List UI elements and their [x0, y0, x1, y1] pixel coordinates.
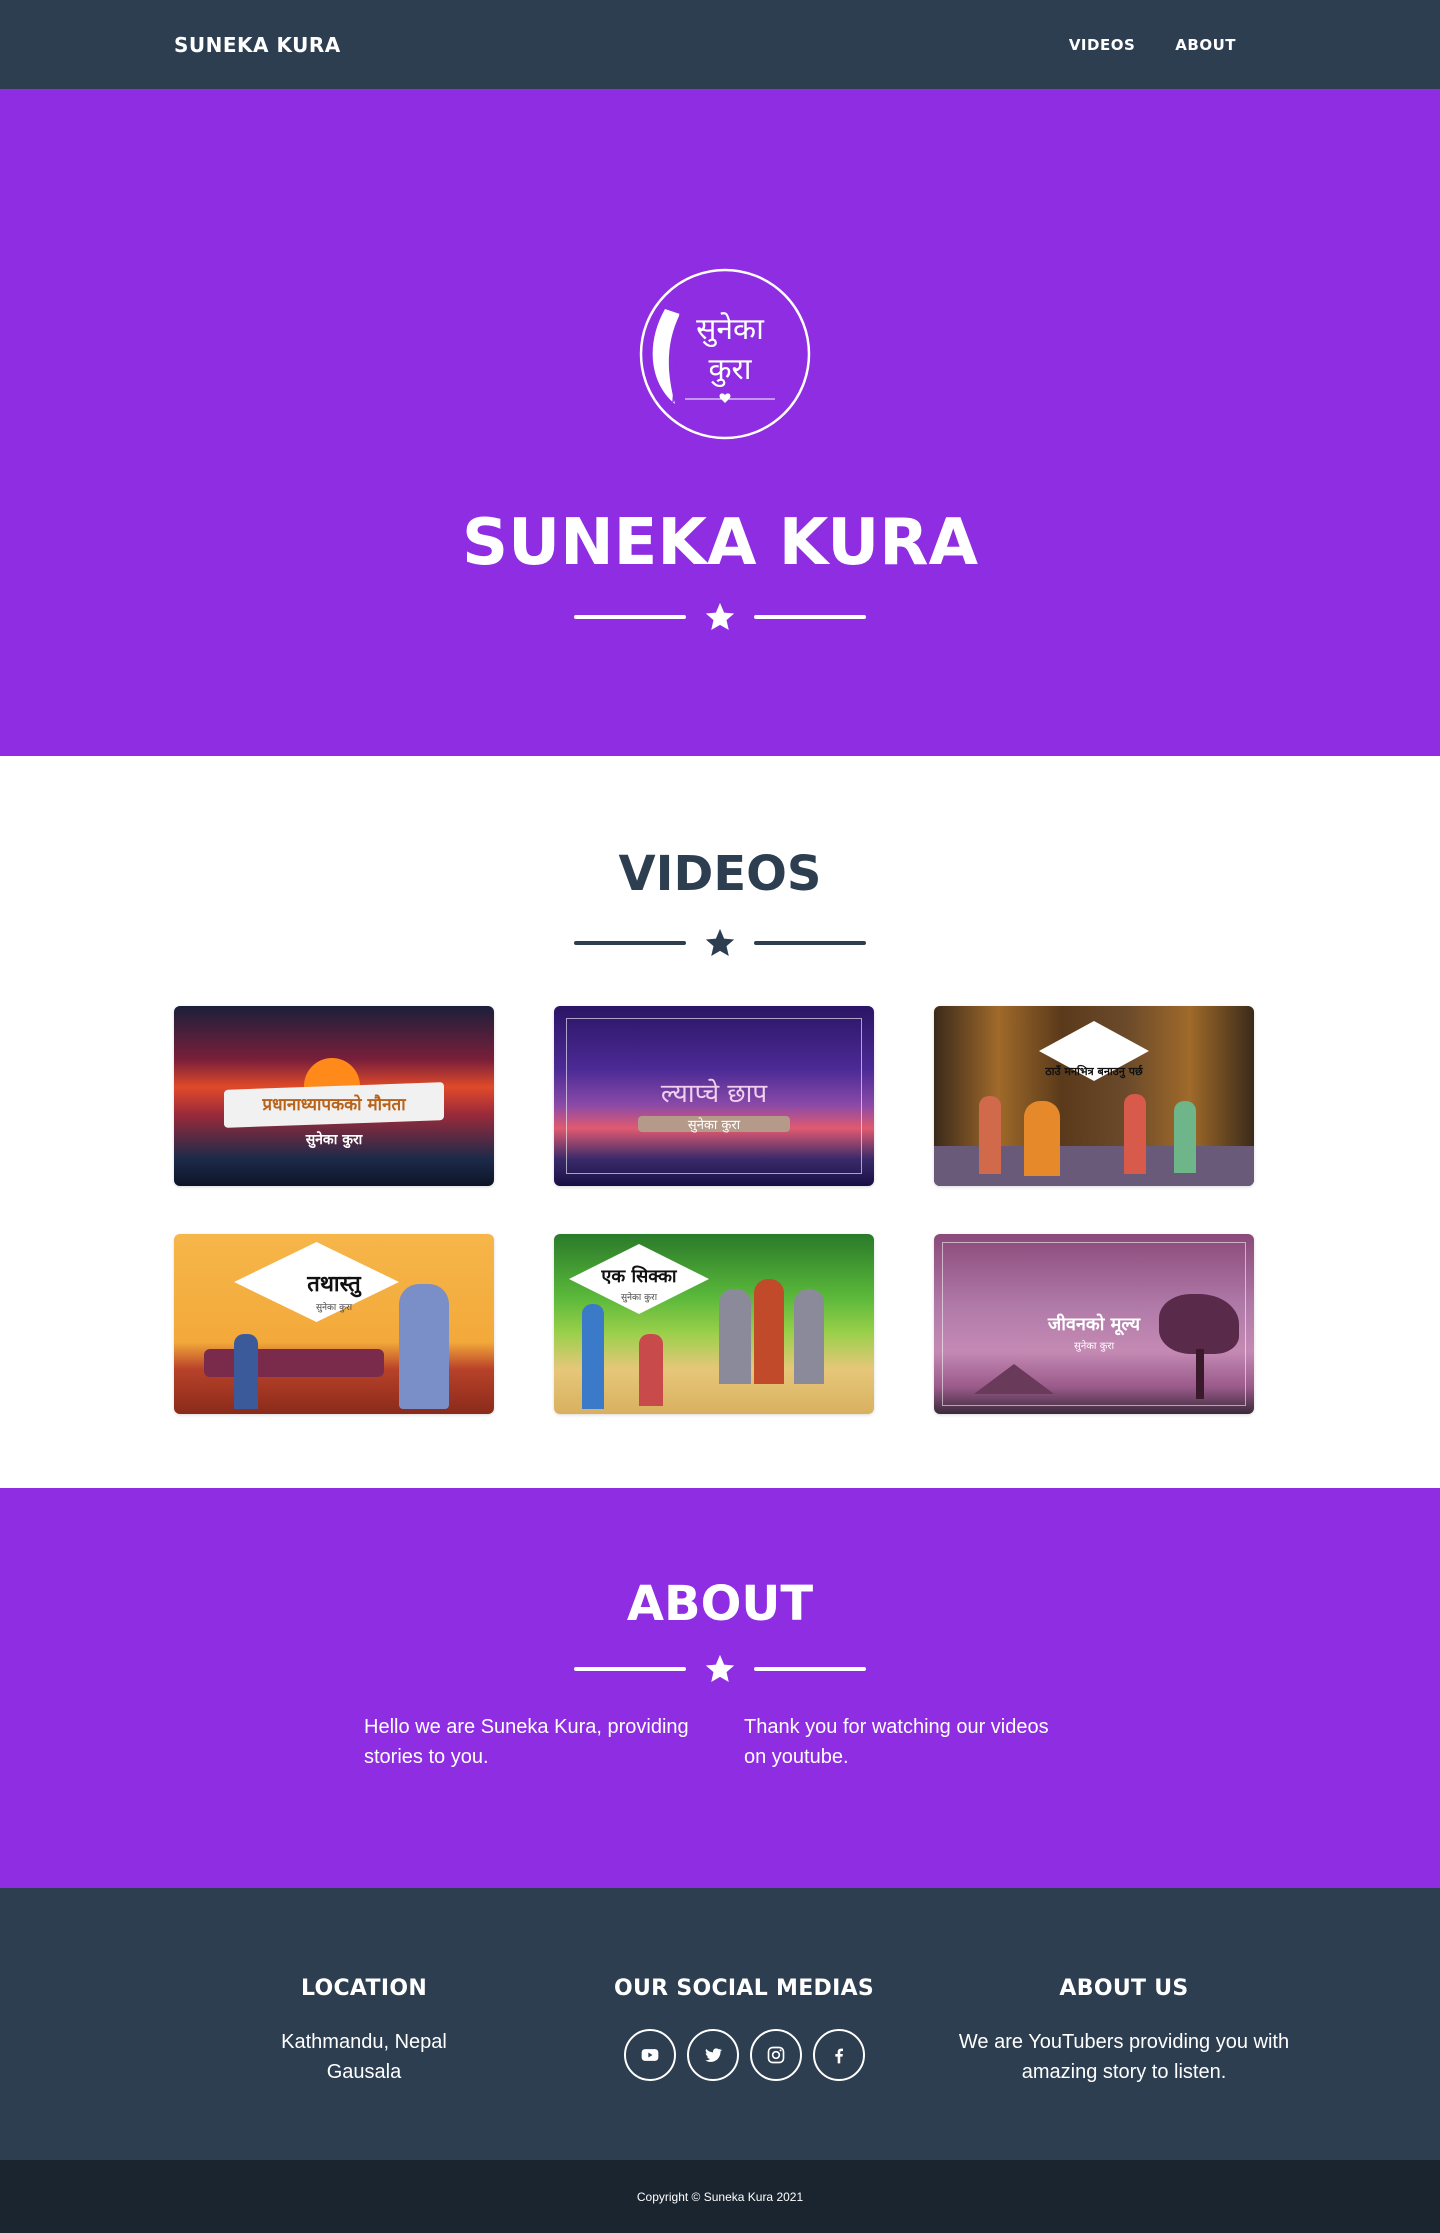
- about-divider: [0, 1652, 1440, 1686]
- footer-social: OUR SOCIAL MEDIAS: [554, 1976, 934, 2160]
- social-title: OUR SOCIAL MEDIAS: [613, 1976, 875, 2001]
- thumb-bed: [204, 1349, 384, 1377]
- video-title: एक सिक्का: [601, 1266, 677, 1287]
- navbar: SUNEKA KURA VIDEOS ABOUT: [0, 0, 1440, 89]
- video-thumbnail-3[interactable]: ठाउँ मनभित्र बनाउनु पर्छ: [934, 1006, 1254, 1186]
- svg-text:कुरा: कुरा: [708, 352, 752, 388]
- facebook-button[interactable]: [812, 2029, 865, 2081]
- video-title: प्रधानाध्यापकको मौनता: [262, 1095, 406, 1115]
- divider-line: [574, 615, 686, 619]
- aboutus-text: We are YouTubers providing you with amaz…: [958, 2031, 1290, 2083]
- star-icon: [705, 1654, 735, 1683]
- about-text-left: Hello we are Suneka Kura, providing stor…: [364, 1716, 689, 1768]
- thumb-character: [719, 1289, 751, 1384]
- footer: LOCATION Kathmandu, Nepal Gausala OUR SO…: [0, 1888, 1440, 2160]
- video-subtitle: सुनेका कुरा: [315, 1303, 353, 1313]
- videos-section: VIDEOS प्रधानाध्यापकको मौनता सुनेका कुरा…: [0, 756, 1440, 1488]
- thumb-character: [979, 1096, 1001, 1174]
- thumb-character: [1024, 1101, 1060, 1176]
- about-columns: Hello we are Suneka Kura, providing stor…: [364, 1712, 1440, 1772]
- masthead-title: SUNEKA KURA: [462, 506, 978, 580]
- video-title: जीवनको मूल्य: [1047, 1314, 1141, 1335]
- video-subtitle: सुनेका कुरा: [687, 1118, 741, 1133]
- video-title: ल्याप्चे छाप: [660, 1079, 768, 1109]
- nav-links: VIDEOS ABOUT: [1069, 36, 1236, 54]
- divider-line: [754, 615, 866, 619]
- brand-link[interactable]: SUNEKA KURA: [174, 33, 341, 57]
- video-thumbnail-2[interactable]: ल्याप्चे छाप सुनेका कुरा: [554, 1006, 874, 1186]
- video-title: तथास्तु: [307, 1272, 361, 1297]
- video-subtitle: सुनेका कुरा: [305, 1132, 363, 1148]
- copyright-text: Copyright © Suneka Kura 2021: [636, 2189, 804, 2204]
- divider-line: [574, 1667, 686, 1671]
- video-thumbnail-1[interactable]: प्रधानाध्यापकको मौनता सुनेका कुरा: [174, 1006, 494, 1186]
- copyright-bar: Copyright © Suneka Kura 2021: [0, 2160, 1440, 2233]
- aboutus-title: ABOUT US: [1059, 1976, 1189, 2001]
- location-line2: Gausala: [326, 2061, 402, 2083]
- location-line1: Kathmandu, Nepal: [281, 2031, 447, 2053]
- youtube-icon: [641, 2049, 658, 2061]
- divider-line: [754, 941, 866, 945]
- svg-text:सुनेका: सुनेका: [696, 312, 765, 348]
- video-thumbnail-6[interactable]: जीवनको मूल्य सुनेका कुरा: [934, 1234, 1254, 1414]
- about-section: ABOUT Hello we are Suneka Kura, providin…: [0, 1488, 1440, 1888]
- video-title: ठाउँ मनभित्र बनाउनु पर्छ: [1045, 1065, 1143, 1078]
- masthead-divider: [574, 600, 866, 634]
- video-subtitle: सुनेका कुरा: [1073, 1341, 1115, 1352]
- thumb-character: [582, 1304, 604, 1409]
- video-grid: प्रधानाध्यापकको मौनता सुनेका कुरा ल्याप्…: [174, 1006, 1440, 1414]
- about-title: ABOUT: [626, 1576, 814, 1632]
- video-thumbnail-5[interactable]: एक सिक्का सुनेका कुरा: [554, 1234, 874, 1414]
- about-text-right: Thank you for watching our videos on you…: [744, 1716, 1049, 1768]
- youtube-button[interactable]: [623, 2029, 676, 2081]
- videos-title: VIDEOS: [618, 846, 822, 902]
- instagram-button[interactable]: [749, 2029, 802, 2081]
- thumb-character: [794, 1289, 824, 1384]
- footer-aboutus: ABOUT US We are YouTubers providing you …: [934, 1976, 1314, 2160]
- thumb-character: [1124, 1094, 1146, 1174]
- location-text: Kathmandu, Nepal Gausala: [174, 2027, 554, 2087]
- star-icon: [705, 928, 735, 957]
- thumb-mountain: [974, 1364, 1054, 1394]
- instagram-icon: [767, 2046, 784, 2064]
- masthead: सुनेका कुरा SUNEKA KURA: [0, 89, 1440, 756]
- logo-icon: सुनेका कुरा: [639, 268, 811, 440]
- social-buttons: [554, 2029, 934, 2081]
- facebook-icon: [834, 2048, 843, 2064]
- twitter-button[interactable]: [686, 2029, 739, 2081]
- star-icon: [705, 602, 735, 631]
- nav-link-about[interactable]: ABOUT: [1175, 36, 1236, 54]
- video-subtitle: सुनेका कुरा: [620, 1293, 658, 1303]
- video-thumbnail-4[interactable]: तथास्तु सुनेका कुरा: [174, 1234, 494, 1414]
- videos-divider: [0, 926, 1440, 960]
- thumb-trunk: [1196, 1349, 1204, 1399]
- twitter-icon: [704, 2048, 722, 2062]
- divider-line: [754, 1667, 866, 1671]
- thumb-character: [1174, 1101, 1196, 1173]
- thumb-character: [754, 1279, 784, 1384]
- thumb-character: [639, 1334, 663, 1406]
- location-title: LOCATION: [300, 1976, 428, 2001]
- divider-line: [574, 941, 686, 945]
- thumb-character: [234, 1334, 258, 1409]
- footer-location: LOCATION Kathmandu, Nepal Gausala: [174, 1976, 554, 2160]
- nav-link-videos[interactable]: VIDEOS: [1069, 36, 1135, 54]
